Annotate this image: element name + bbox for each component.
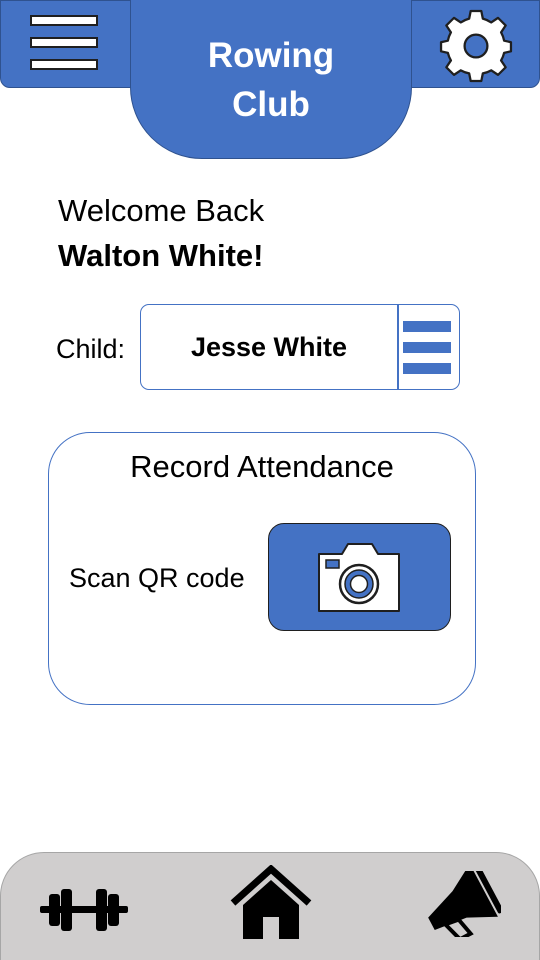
attendance-title: Record Attendance — [130, 449, 394, 484]
child-selector[interactable]: Jesse White — [140, 304, 460, 390]
welcome-message: Welcome Back Walton White! — [58, 190, 264, 277]
list-menu-icon[interactable] — [403, 319, 453, 377]
home-icon[interactable] — [229, 864, 313, 946]
child-label: Child: — [56, 334, 126, 364]
child-selected-name: Jesse White — [190, 331, 348, 362]
dumbbell-icon[interactable] — [39, 887, 129, 938]
bottom-nav-bar — [0, 852, 540, 960]
app-screen: Rowing Club Welcome Back Walton White! C… — [0, 0, 540, 960]
app-title-tab: Rowing Club — [130, 0, 412, 159]
app-title: Rowing Club — [207, 35, 335, 124]
header-left-panel — [0, 0, 131, 88]
scan-qr-label: Scan QR code — [69, 563, 245, 593]
gear-icon[interactable] — [438, 8, 514, 84]
welcome-user-name: Walton White! — [58, 238, 264, 273]
camera-icon — [318, 543, 400, 612]
welcome-greeting: Welcome Back — [58, 193, 265, 228]
scan-qr-button[interactable] — [268, 523, 451, 631]
megaphone-icon[interactable] — [421, 862, 504, 942]
child-selector-divider — [397, 305, 399, 389]
attendance-card: Record Attendance Scan QR code — [48, 432, 476, 705]
hamburger-menu-icon[interactable] — [27, 13, 103, 75]
